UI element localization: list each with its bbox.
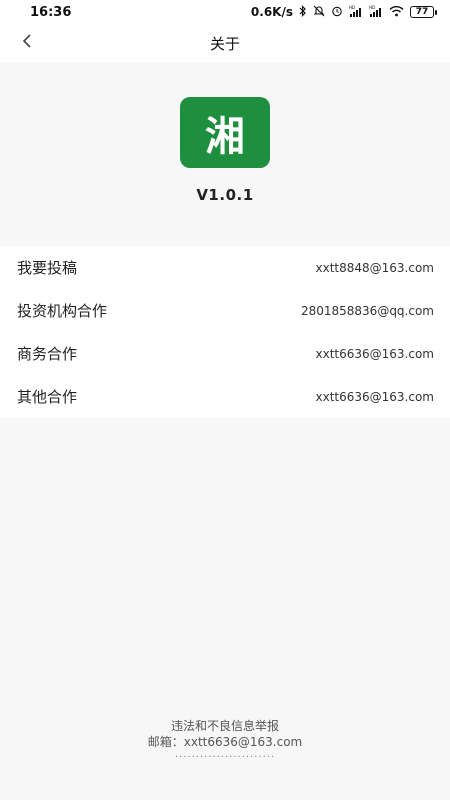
status-time: 16:36: [30, 4, 72, 20]
contact-label: 其他合作: [17, 388, 78, 406]
contact-email: xxtt6636@163.com: [315, 346, 435, 361]
report-link[interactable]: 违法和不良信息举报: [171, 718, 279, 734]
svg-text:HD: HD: [369, 5, 375, 10]
contact-row-business[interactable]: 商务合作 xxtt6636@163.com: [0, 332, 450, 375]
contact-email: 2801858836@qq.com: [300, 303, 434, 318]
contact-email: xxtt8848@163.com: [315, 260, 435, 275]
back-button[interactable]: [14, 30, 40, 56]
footer-dots: ........................: [174, 749, 276, 760]
chevron-left-icon: [21, 33, 33, 53]
mute-icon: [313, 5, 325, 19]
alarm-icon: [331, 5, 343, 19]
report-footer: 违法和不良信息举报 邮箱：xxtt6636@163.com ..........…: [0, 718, 450, 760]
contact-email: xxtt6636@163.com: [315, 389, 435, 404]
app-logo: 湘: [180, 97, 270, 168]
battery-icon: 77: [410, 6, 437, 18]
wifi-icon: [389, 5, 404, 19]
contact-row-other[interactable]: 其他合作 xxtt6636@163.com: [0, 375, 450, 418]
svg-text:HD: HD: [349, 5, 355, 10]
page-title: 关于: [209, 34, 240, 53]
top-nav: 关于: [0, 24, 450, 62]
app-info: 湘 V1.0.1: [0, 62, 450, 246]
contact-label: 投资机构合作: [17, 302, 108, 320]
bluetooth-icon: [299, 5, 307, 19]
signal-hd-icon: HD: [369, 5, 383, 19]
contact-row-investment[interactable]: 投资机构合作 2801858836@qq.com: [0, 289, 450, 332]
report-email: 邮箱：xxtt6636@163.com: [147, 735, 303, 749]
contact-label: 商务合作: [17, 345, 78, 363]
contact-label: 我要投稿: [17, 259, 78, 277]
status-indicators: 0.6K/s HD HD 77: [250, 5, 437, 19]
contact-row-submission[interactable]: 我要投稿 xxtt8848@163.com: [0, 246, 450, 289]
net-speed: 0.6K/s: [250, 5, 293, 19]
app-version: V1.0.1: [196, 186, 254, 204]
signal-hd-icon: HD: [349, 5, 363, 19]
status-bar: 16:36 0.6K/s HD HD 77: [0, 0, 450, 24]
contact-list: 我要投稿 xxtt8848@163.com 投资机构合作 2801858836@…: [0, 246, 450, 418]
